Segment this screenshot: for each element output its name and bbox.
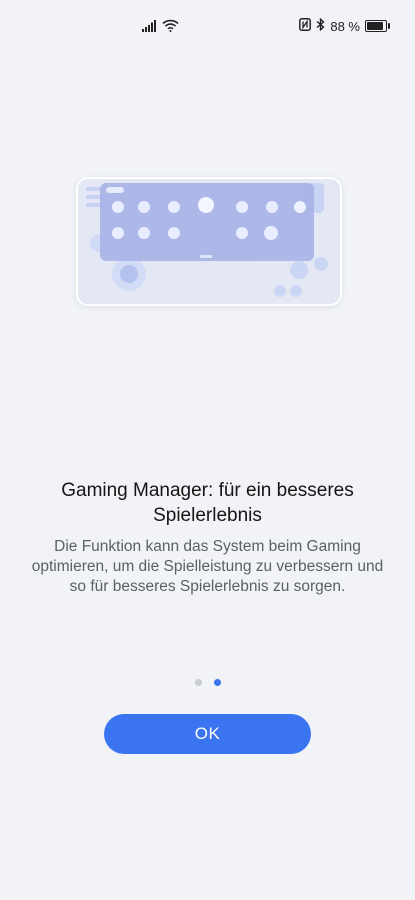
decor-bubble — [290, 285, 302, 297]
page-dot-1 — [194, 679, 202, 686]
panel-handle — [200, 255, 212, 258]
onboarding-description: Die Funktion kann das System beim Gaming… — [31, 538, 384, 595]
onboarding-title: Gaming Manager: für ein besseres Spieler… — [61, 480, 354, 526]
panel-status-pill — [106, 187, 124, 193]
shield-icon — [138, 201, 150, 213]
screen: 88 % Gaming Manager: für ein besseres Sp… — [0, 0, 415, 900]
signal-icon — [142, 19, 156, 37]
apps-icon — [168, 227, 180, 239]
page-indicator — [0, 679, 415, 686]
game-assistant-panel — [100, 183, 314, 261]
status-bar-right: 88 % — [299, 17, 390, 34]
timer-icon — [138, 227, 150, 239]
bulb-icon — [294, 201, 306, 213]
moon-icon — [112, 201, 124, 213]
gamepad-icon — [198, 197, 214, 213]
chat-icon — [266, 201, 278, 213]
lightning-icon — [168, 201, 180, 213]
joystick-knob — [120, 265, 138, 283]
battery-fill — [367, 22, 383, 30]
decor-bubble — [314, 257, 328, 271]
wifi-icon — [162, 19, 179, 37]
ok-button[interactable]: OK — [104, 714, 311, 754]
screen-icon — [236, 201, 248, 213]
status-bar: 88 % — [0, 0, 415, 56]
record-icon — [112, 227, 124, 239]
bluetooth-icon — [316, 17, 325, 34]
battery-percent: 88 % — [330, 18, 360, 34]
status-bar-center — [142, 19, 179, 37]
battery-icon — [365, 20, 390, 32]
page-dot-2 — [213, 679, 221, 686]
decor-bubble — [290, 261, 308, 279]
gaming-manager-illustration — [76, 177, 342, 306]
decor-bubble — [274, 285, 286, 297]
window-icon — [236, 227, 248, 239]
nfc-icon — [299, 18, 312, 34]
more-apps-icon — [264, 226, 278, 240]
